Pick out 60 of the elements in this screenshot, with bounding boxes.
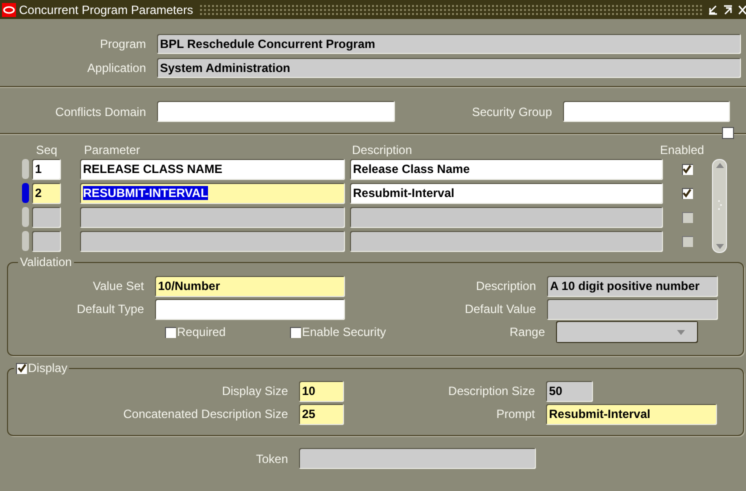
text-field[interactable]: [155, 298, 345, 320]
column-header: Seq: [36, 143, 58, 157]
field-label: Range: [508, 325, 546, 339]
text-field[interactable]: [32, 206, 61, 228]
window-title: Concurrent Program Parameters: [19, 2, 194, 16]
checkbox[interactable]: [682, 212, 692, 222]
column-header: Parameter: [84, 143, 140, 157]
field-label: Program: [98, 37, 147, 51]
field-label: Default Value: [464, 302, 537, 316]
read-only-field[interactable]: [547, 298, 718, 320]
field-label: Application: [86, 61, 147, 75]
column-header: Enabled: [660, 143, 704, 157]
dropdown-field[interactable]: [556, 321, 698, 343]
required-field[interactable]: RESUBMIT-INTERVAL: [80, 182, 345, 204]
text-field[interactable]: RELEASE CLASS NAME: [80, 158, 345, 180]
checkbox[interactable]: [290, 326, 301, 338]
maximize-icon[interactable]: [723, 4, 733, 14]
text-field[interactable]: [80, 230, 345, 252]
required-field[interactable]: Resubmit-Interval: [546, 404, 717, 424]
field-label: Description: [474, 279, 537, 293]
field-label: Token: [254, 452, 289, 466]
field-label: Prompt: [495, 407, 536, 421]
toggle-square[interactable]: [722, 127, 734, 139]
minimize-icon[interactable]: [708, 4, 718, 14]
field-label: Value Set: [92, 279, 145, 293]
group-title: Validation: [20, 255, 72, 269]
text-field[interactable]: Resubmit-Interval: [350, 182, 663, 204]
required-field[interactable]: 2: [32, 182, 61, 204]
text-field[interactable]: [157, 101, 395, 122]
read-only-field[interactable]: 50: [546, 380, 593, 402]
text-field[interactable]: [563, 101, 730, 122]
read-only-field[interactable]: [299, 448, 536, 469]
read-only-field[interactable]: BPL Reschedule Concurrent Program: [157, 34, 741, 54]
required-field[interactable]: 10: [299, 380, 344, 402]
checkbox[interactable]: [16, 362, 27, 374]
checkbox[interactable]: [682, 236, 692, 246]
field-label: Description Size: [447, 384, 536, 398]
required-field[interactable]: 25: [299, 404, 344, 424]
checkbox[interactable]: [682, 164, 692, 174]
app-logo-icon: [2, 2, 16, 16]
field-label: Conflicts Domain: [54, 104, 147, 118]
checkbox[interactable]: [165, 326, 176, 338]
scrollbar[interactable]: [712, 159, 727, 253]
record-indicator[interactable]: [22, 183, 29, 203]
text-field[interactable]: [32, 230, 61, 252]
checkbox[interactable]: [682, 188, 692, 198]
text-field[interactable]: [350, 230, 663, 252]
text-field[interactable]: [350, 206, 663, 228]
read-only-field[interactable]: System Administration: [157, 58, 741, 78]
read-only-field[interactable]: A 10 digit positive number: [547, 276, 718, 296]
text-field[interactable]: [80, 206, 345, 228]
required-field[interactable]: 10/Number: [155, 276, 345, 296]
text-field[interactable]: Release Class Name: [350, 158, 663, 180]
field-label: Concatenated Description Size: [122, 407, 289, 421]
column-header: Description: [352, 143, 412, 157]
text-field[interactable]: 1: [32, 158, 61, 180]
close-icon[interactable]: [738, 4, 746, 14]
field-label: Display Size: [220, 384, 289, 398]
field-label: Security Group: [470, 104, 553, 118]
field-label: Default Type: [76, 302, 145, 316]
